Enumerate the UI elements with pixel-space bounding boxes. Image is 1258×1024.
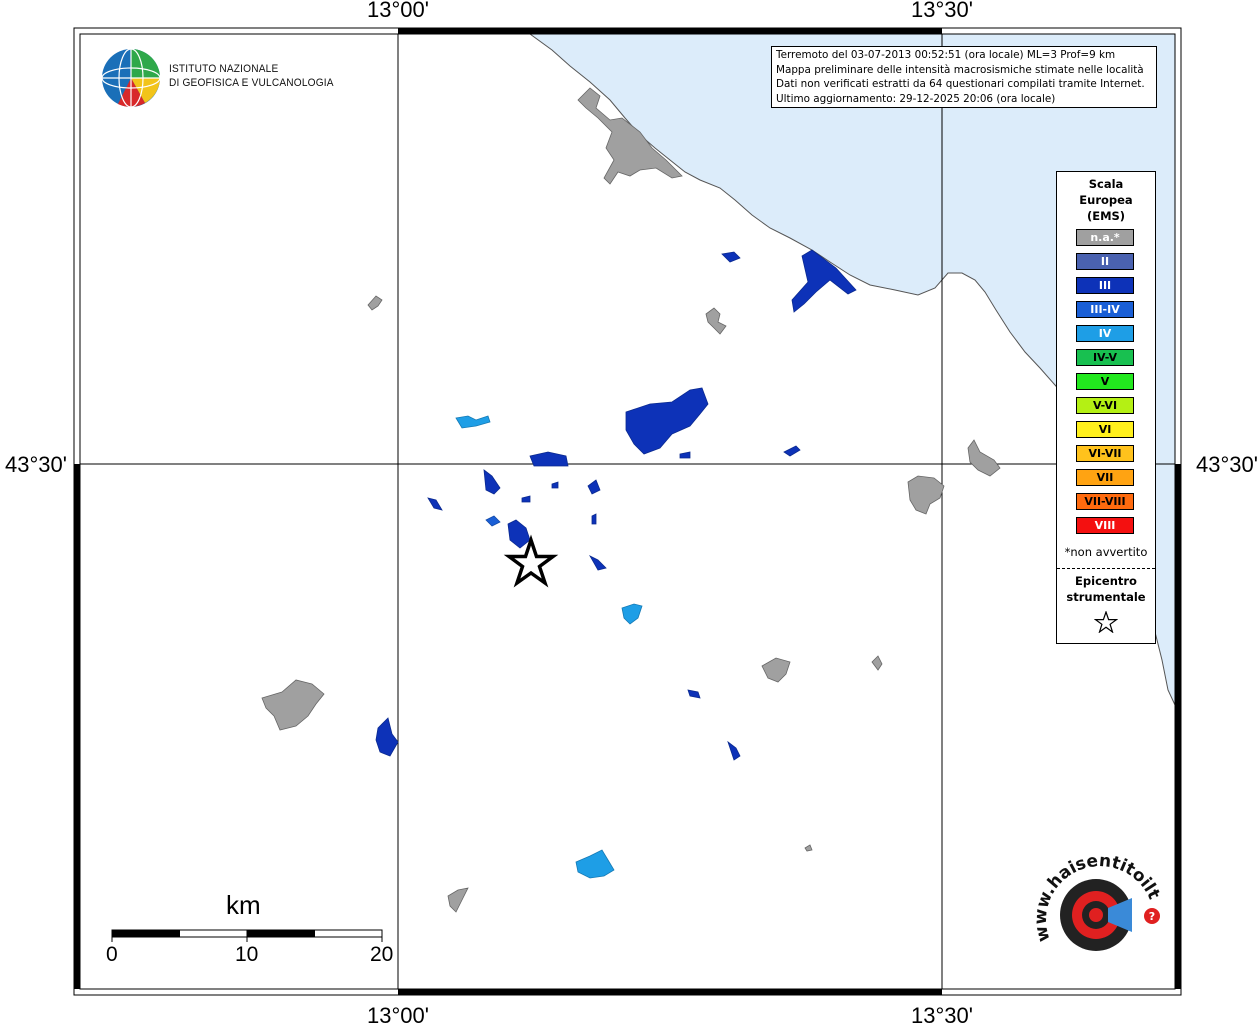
locality-iii-5	[483, 469, 501, 495]
top-tick-1330: 13°30'	[911, 0, 973, 22]
legend-epicentre-line2: strumentale	[1066, 590, 1146, 604]
bottom-tick-1300: 13°00'	[367, 1003, 429, 1024]
event-info-line1: Terremoto del 03-07-2013 00:52:51 (ora l…	[776, 49, 1116, 61]
question-mark: ?	[1149, 910, 1155, 923]
top-tick-1300: 13°00'	[367, 0, 429, 22]
scale-bar	[111, 929, 383, 942]
legend-item-vi-vii: VI-VII	[1076, 445, 1134, 462]
legend-title-line3: (EMS)	[1086, 209, 1126, 223]
locality-iii-3	[529, 451, 569, 467]
legend-item-v: V	[1076, 373, 1134, 390]
epicentre-star	[503, 534, 559, 588]
legend-title-line1: Scala	[1088, 177, 1124, 191]
ingv-logo-line2: DI GEOFISICA E VULCANOLOGIA	[169, 76, 334, 89]
locality-iiiiv-1	[485, 515, 501, 527]
locality-iii-15	[591, 513, 597, 525]
ems-legend: Scala Europea (EMS) n.a.* II III III-IV IV IV…	[1056, 171, 1156, 644]
locality-iii-10	[375, 717, 399, 757]
legend-item-vi: VI	[1076, 421, 1134, 438]
locality-iii-6	[427, 497, 443, 511]
legend-item-viii: VIII	[1076, 517, 1134, 534]
legend-item-v-vi: V-VI	[1076, 397, 1134, 414]
ingv-logo-line1: ISTITUTO NAZIONALE	[169, 63, 279, 75]
legend-item-iii: III	[1076, 277, 1134, 294]
scale-label-0: 0	[106, 943, 118, 966]
locality-iii-12	[727, 740, 741, 761]
locality-iv-1	[455, 415, 491, 429]
locality-iii-4	[721, 251, 741, 263]
legend-item-vii-viii: VII-VIII	[1076, 493, 1134, 510]
locality-na-4	[967, 439, 1001, 477]
legend-epicentre-line1: Epicentro	[1075, 574, 1137, 588]
legend-epicentre-label: Epicentro strumentale	[1057, 573, 1155, 605]
locality-iv-2	[621, 603, 643, 625]
scale-label-10: 10	[235, 943, 259, 966]
locality-iii-17	[679, 451, 691, 459]
legend-separator	[1057, 568, 1155, 569]
locality-iii-11	[687, 689, 701, 699]
localities-ems-III-IV	[485, 515, 501, 527]
locality-na-5	[907, 475, 945, 515]
locality-na-10	[804, 844, 813, 852]
event-info-line3: Dati non verificati estratti da 64 quest…	[776, 78, 1145, 90]
locality-iii-9	[588, 555, 607, 571]
legend-item-iii-iv: III-IV	[1076, 301, 1134, 318]
ingv-logo-text: ISTITUTO NAZIONALE DI GEOFISICA E VULCAN…	[169, 63, 334, 90]
locality-iii-16	[783, 445, 801, 457]
locality-iii-13	[521, 495, 531, 503]
localities-ems-IV	[455, 415, 643, 879]
target-core	[1089, 908, 1103, 922]
locality-iii-senigallia	[625, 387, 709, 455]
locality-na-8	[871, 655, 883, 671]
legend-item-iv-v: IV-V	[1076, 349, 1134, 366]
ingv-logo	[101, 48, 161, 108]
legend-title-line2: Europea	[1079, 193, 1133, 207]
locality-na-6	[261, 679, 325, 731]
event-info-line4: Ultimo aggiornamento: 29-12-2025 20:06 (…	[776, 92, 1056, 105]
locality-iii-14	[551, 481, 559, 489]
legend-note: *non avvertito	[1064, 545, 1148, 559]
locality-na-3	[705, 307, 727, 335]
legend-item-iv: IV	[1076, 325, 1134, 342]
bottom-tick-1330: 13°30'	[911, 1003, 973, 1024]
ingv-globe-green	[131, 49, 160, 78]
scale-label-20: 20	[370, 943, 394, 966]
locality-na-7	[761, 657, 791, 683]
right-tick-4330: 43°30'	[1196, 452, 1258, 477]
locality-na-2	[367, 295, 383, 311]
legend-item-ii: II	[1076, 253, 1134, 270]
locality-iv-3	[575, 849, 615, 879]
left-tick-4330: 43°30'	[5, 452, 67, 477]
event-info-line2: Mappa preliminare delle intensità macros…	[776, 63, 1144, 76]
localities-ems-III	[375, 249, 857, 761]
legend-star-icon	[1094, 611, 1118, 633]
legend-item-n-a: n.a.*	[1076, 229, 1134, 246]
event-info-box: Terremoto del 03-07-2013 00:52:51 (ora l…	[771, 46, 1157, 108]
legend-title: Scala Europea (EMS)	[1057, 176, 1155, 224]
locality-iii-8	[587, 479, 601, 495]
locality-na-9	[447, 887, 469, 913]
scale-unit-label: km	[226, 890, 261, 920]
locality-iii-7	[507, 519, 531, 549]
legend-item-vii: VII	[1076, 469, 1134, 486]
